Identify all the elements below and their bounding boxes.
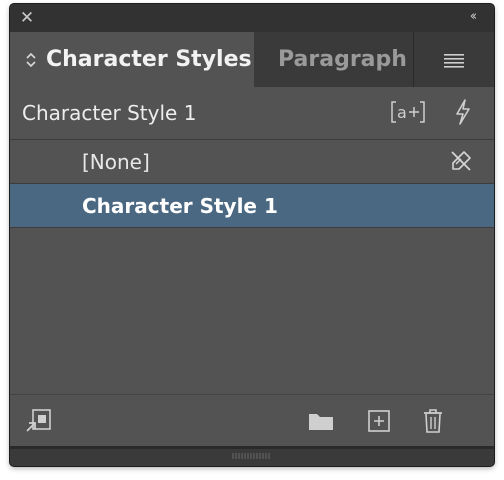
current-style-name: Character Style 1 bbox=[22, 101, 197, 125]
list-item-none[interactable]: [None] bbox=[10, 139, 494, 183]
character-styles-panel: ✕ ‹‹ Character Styles Paragraph Styles bbox=[10, 4, 494, 466]
tab-paragraph-styles[interactable]: Paragraph Styles bbox=[255, 32, 414, 87]
list-item-character-style-1[interactable]: Character Style 1 bbox=[10, 183, 494, 227]
list-item-label: [None] bbox=[82, 149, 150, 174]
current-style-row: Character Style 1 a bbox=[10, 87, 494, 139]
styles-list: [None] Character Style 1 bbox=[10, 139, 494, 228]
styles-content: Character Style 1 a [None] Character Sty… bbox=[10, 87, 494, 446]
panel-menu-button[interactable] bbox=[414, 32, 494, 87]
panel-titlebar: ✕ ‹‹ bbox=[10, 4, 494, 32]
tab-character-styles-label: Character Styles bbox=[46, 47, 252, 72]
trash-icon[interactable] bbox=[420, 407, 446, 435]
double-chevron-left-icon[interactable]: ‹‹ bbox=[462, 9, 482, 25]
load-styles-icon[interactable] bbox=[24, 407, 54, 435]
list-item-label: Character Style 1 bbox=[82, 193, 278, 218]
quick-apply-icon[interactable] bbox=[450, 97, 476, 127]
tab-bar: Character Styles Paragraph Styles bbox=[10, 32, 494, 87]
resize-grip-icon bbox=[232, 453, 270, 459]
close-icon[interactable]: ✕ bbox=[19, 10, 35, 27]
panel-resize-handle[interactable] bbox=[10, 446, 494, 466]
tab-character-styles[interactable]: Character Styles bbox=[10, 32, 254, 87]
panel-footer bbox=[10, 394, 494, 447]
pencil-crossed-icon bbox=[448, 148, 474, 174]
new-style-icon[interactable] bbox=[366, 407, 392, 435]
tab-paragraph-styles-label: Paragraph Styles bbox=[278, 47, 413, 72]
list-divider bbox=[10, 227, 494, 228]
up-down-arrows-icon bbox=[24, 50, 38, 70]
hamburger-menu-icon bbox=[444, 53, 464, 68]
svg-text:a: a bbox=[397, 103, 407, 122]
create-style-from-selection-icon[interactable]: a bbox=[388, 97, 428, 127]
folder-icon[interactable] bbox=[306, 407, 336, 435]
